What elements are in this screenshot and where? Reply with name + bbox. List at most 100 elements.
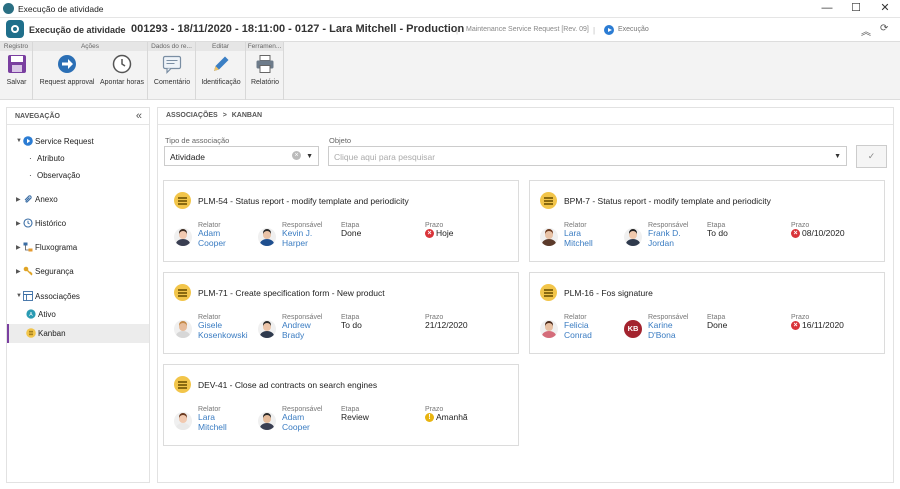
reporter-name[interactable]: Lara Mitchell bbox=[564, 228, 624, 248]
stage-value: To do bbox=[707, 228, 728, 238]
expanded-arrow-icon: ▼ bbox=[16, 138, 22, 144]
window-title-bar: Execução de atividade — ☐ ✕ bbox=[0, 0, 900, 18]
name-line: Mitchell bbox=[564, 238, 593, 248]
sidebar-item-associacoes[interactable]: ▼ Associações bbox=[7, 288, 149, 305]
confirm-button[interactable]: ✓ bbox=[856, 145, 887, 168]
name-line: Adam bbox=[198, 228, 221, 238]
reporter-name[interactable]: Felicia Conrad bbox=[564, 320, 624, 340]
sidebar-item-label: Segurança bbox=[35, 267, 74, 276]
avatar-head bbox=[629, 231, 637, 239]
ribbon-group-label: Registro bbox=[0, 42, 32, 51]
associations-icon bbox=[23, 291, 33, 301]
responsible-avatar bbox=[258, 320, 276, 338]
card-title[interactable]: PLM-71 - Create specification form - New… bbox=[198, 288, 385, 298]
app-icon bbox=[3, 3, 14, 14]
breadcrumb-parent[interactable]: ASSOCIAÇÕES bbox=[166, 112, 218, 119]
record-type: Maintenance Service Request [Rev. 09] bbox=[466, 26, 589, 33]
collapse-header-icon[interactable]: ︽ bbox=[861, 23, 871, 38]
name-line: Mitchell bbox=[198, 422, 227, 432]
stage-value: Done bbox=[707, 320, 728, 330]
activity-logo-icon bbox=[6, 20, 24, 38]
sidebar-item-anexo[interactable]: ▶ Anexo bbox=[7, 191, 149, 208]
name-line: Karine bbox=[648, 320, 673, 330]
log-hours-button[interactable]: Apontar horas bbox=[99, 54, 145, 98]
reporter-avatar bbox=[540, 228, 558, 246]
responsible-name[interactable]: Kevin J. Harper bbox=[282, 228, 342, 248]
sidebar-item-observacao[interactable]: · Observação bbox=[7, 167, 149, 184]
responsible-name[interactable]: Andrew Brady bbox=[282, 320, 342, 340]
sidebar-item-ativo[interactable]: A Ativo bbox=[7, 306, 149, 323]
kanban-card[interactable]: BPM-7 - Status report - modify template … bbox=[529, 180, 885, 262]
assoc-type-select[interactable]: Atividade × ▼ bbox=[164, 146, 319, 166]
chevron-down-icon[interactable]: ▼ bbox=[306, 153, 313, 160]
kanban-card[interactable]: PLM-54 - Status report - modify template… bbox=[163, 180, 519, 262]
name-line: Andrew bbox=[282, 320, 311, 330]
reporter-avatar bbox=[540, 320, 558, 338]
card-title[interactable]: PLM-54 - Status report - modify template… bbox=[198, 196, 409, 206]
clear-icon[interactable]: × bbox=[292, 151, 301, 160]
warning-icon: ! bbox=[425, 413, 434, 422]
report-button[interactable]: Relatório bbox=[249, 54, 281, 98]
name-line: D'Bona bbox=[648, 330, 676, 340]
name-line: Frank D. bbox=[648, 228, 681, 238]
sidebar-item-label: Service Request bbox=[35, 137, 94, 146]
reporter-name[interactable]: Gisele Kosenkowski bbox=[198, 320, 258, 340]
sidebar-item-label: Anexo bbox=[35, 195, 58, 204]
identification-button[interactable]: Identificação bbox=[199, 54, 243, 98]
deadline-value: 16/11/2020 bbox=[802, 320, 844, 330]
sidebar-item-fluxograma[interactable]: ▶ Fluxograma bbox=[7, 239, 149, 256]
close-button[interactable]: ✕ bbox=[871, 0, 899, 18]
request-approval-button[interactable]: Request approval bbox=[36, 54, 98, 98]
chevron-right-icon: › bbox=[118, 24, 122, 35]
card-title[interactable]: BPM-7 - Status report - modify template … bbox=[564, 196, 771, 206]
report-label: Relatório bbox=[250, 79, 279, 86]
responsible-name[interactable]: Adam Cooper bbox=[282, 412, 342, 432]
record-header: Execução de atividade › 001293 - 18/11/2… bbox=[0, 18, 900, 42]
object-search-input[interactable]: Clique aqui para pesquisar ▼ bbox=[328, 146, 847, 166]
deadline-value: 21/12/2020 bbox=[425, 320, 468, 330]
refresh-icon[interactable]: ⟳ bbox=[880, 23, 888, 34]
responsible-name[interactable]: Frank D. Jordan bbox=[648, 228, 708, 248]
avatar-body bbox=[260, 331, 274, 338]
reporter-name[interactable]: Lara Mitchell bbox=[198, 412, 258, 432]
avatar-head bbox=[179, 231, 187, 239]
sidebar-item-atributo[interactable]: · Atributo bbox=[7, 150, 149, 167]
maximize-button[interactable]: ☐ bbox=[842, 0, 870, 18]
ribbon-group-registro: Registro Salvar bbox=[0, 42, 33, 100]
sidebar-item-kanban[interactable]: Kanban bbox=[7, 324, 149, 343]
sidebar-item-label: Kanban bbox=[38, 329, 66, 338]
sidebar-item-seguranca[interactable]: ▶ Segurança bbox=[7, 263, 149, 280]
deadline-value: Amanhã bbox=[436, 412, 468, 422]
name-line: Kosenkowski bbox=[198, 330, 248, 340]
sidebar-item-historico[interactable]: ▶ Histórico bbox=[7, 215, 149, 232]
printer-icon bbox=[255, 54, 275, 74]
breadcrumb-current: KANBAN bbox=[231, 112, 263, 119]
sidebar-title: NAVEGAÇÃO bbox=[15, 113, 60, 120]
request-approval-label: Request approval bbox=[39, 79, 95, 86]
card-title[interactable]: PLM-16 - Fos signature bbox=[564, 288, 653, 298]
reporter-name[interactable]: Adam Cooper bbox=[198, 228, 258, 248]
avatar-head bbox=[545, 323, 553, 331]
kanban-card[interactable]: PLM-71 - Create specification form - New… bbox=[163, 272, 519, 354]
sidebar-header: NAVEGAÇÃO « bbox=[7, 108, 149, 125]
chevron-down-icon[interactable]: ▼ bbox=[834, 153, 841, 160]
history-icon bbox=[23, 218, 33, 228]
sidebar-item-service-request[interactable]: ▼ Service Request bbox=[7, 133, 149, 150]
name-line: Cooper bbox=[282, 422, 310, 432]
responsible-avatar bbox=[258, 412, 276, 430]
avatar-body bbox=[260, 239, 274, 246]
minimize-button[interactable]: — bbox=[813, 0, 841, 18]
collapse-sidebar-icon[interactable]: « bbox=[136, 110, 142, 122]
kanban-card[interactable]: DEV-41 - Close ad contracts on search en… bbox=[163, 364, 519, 446]
header-separator: | bbox=[456, 26, 459, 35]
kanban-card[interactable]: PLM-16 - Fos signature Relator Responsável… bbox=[529, 272, 885, 354]
ribbon-group-label: Ações bbox=[33, 42, 147, 51]
save-button[interactable]: Salvar bbox=[2, 54, 31, 98]
card-title[interactable]: DEV-41 - Close ad contracts on search en… bbox=[198, 380, 377, 390]
ribbon-group-label: Editar bbox=[196, 42, 245, 51]
responsible-name[interactable]: Karine D'Bona bbox=[648, 320, 708, 340]
comment-button[interactable]: Comentário bbox=[151, 54, 193, 98]
name-line: Brady bbox=[282, 330, 305, 340]
avatar-head bbox=[179, 415, 187, 423]
kanban-card-icon bbox=[174, 376, 191, 393]
